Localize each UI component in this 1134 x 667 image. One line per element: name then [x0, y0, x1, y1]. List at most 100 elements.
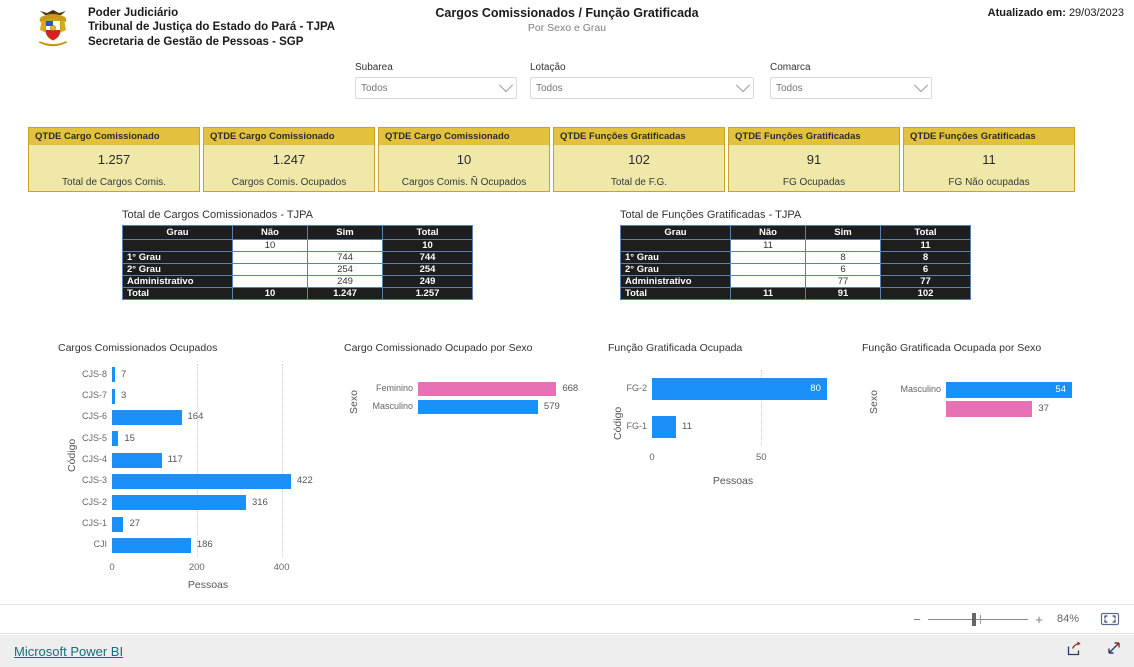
zoom-slider-thumb[interactable] — [972, 612, 976, 626]
table-row[interactable]: 11 11 — [620, 239, 971, 252]
chart-cargo-comissionado-por-sexo[interactable]: Cargo Comissionado Ocupado por Sexo Sexo… — [344, 342, 594, 422]
chart-bar-value: 117 — [167, 454, 183, 465]
table-total-row: Total 10 1.247 1.257 — [122, 287, 473, 300]
chart-bar[interactable] — [112, 388, 115, 404]
kpi-card-fg-nao-ocupadas[interactable]: QTDE Funções Gratificadas 11 FG Não ocup… — [903, 127, 1075, 192]
row-label — [620, 239, 731, 252]
cell-nao-total: 10 — [232, 287, 308, 300]
cell-total: 10 — [382, 239, 473, 252]
slicer-comarca-dropdown[interactable]: Todos — [770, 77, 932, 99]
chart-bar-value: 668 — [562, 383, 579, 394]
cell-nao: 10 — [232, 239, 308, 252]
slicer-subarea-label: Subarea — [355, 62, 393, 73]
last-updated-label: Atualizado em: — [987, 7, 1066, 19]
slicer-subarea-dropdown[interactable]: Todos — [355, 77, 517, 99]
chart-category-label: CJI — [93, 539, 108, 550]
table-row[interactable]: Administrativo 249 249 — [122, 275, 473, 288]
matrix-title: Total de Funções Gratificadas - TJPA — [620, 209, 802, 221]
matrix-table[interactable]: Grau Não Sim Total 11 11 1° Grau 8 8 2° … — [620, 225, 971, 300]
kpi-card-subtitle: FG Não ocupadas — [948, 176, 1030, 188]
column-header-nao: Não — [232, 225, 308, 240]
share-icon[interactable] — [1066, 640, 1083, 662]
kpi-card-cargos-ocupados[interactable]: QTDE Cargo Comissionado 1.247 Cargos Com… — [203, 127, 375, 192]
kpi-card-header: QTDE Funções Gratificadas — [904, 128, 1074, 145]
kpi-card-header: QTDE Cargo Comissionado — [29, 128, 199, 145]
chart-category-label: CJS-3 — [81, 475, 107, 486]
matrix-table[interactable]: Grau Não Sim Total 10 10 1° Grau 744 744… — [122, 225, 473, 300]
chart-cargos-comissionados-ocupados[interactable]: Cargos Comissionados Ocupados Código Pes… — [58, 342, 358, 594]
cell-nao — [730, 275, 806, 288]
matrix-cargos-comissionados: Total de Cargos Comissionados - TJPA Gra… — [122, 209, 473, 300]
zoom-in-button[interactable]: + — [1032, 613, 1046, 626]
slicer-lotacao-dropdown[interactable]: Todos — [530, 77, 754, 99]
chart-x-axis-title: Pessoas — [712, 475, 754, 487]
chart-bar-value: 3 — [121, 390, 127, 401]
chart-bar[interactable] — [112, 452, 162, 468]
report-canvas: Poder Judiciário Tribunal de Justiça do … — [0, 0, 1134, 604]
chart-bar[interactable] — [418, 400, 538, 414]
chart-bar[interactable] — [112, 431, 119, 447]
cell-nao-total: 11 — [730, 287, 806, 300]
kpi-card-value: 10 — [456, 151, 472, 167]
cell-sim-total: 91 — [805, 287, 881, 300]
zoom-percent-label: 84% — [1056, 613, 1080, 625]
table-row[interactable]: 2° Grau 254 254 — [122, 263, 473, 276]
power-bi-link[interactable]: Microsoft Power BI — [14, 644, 123, 659]
column-header-grau: Grau — [122, 225, 233, 240]
org-line-3: Secretaria de Gestão de Pessoas - SGP — [88, 35, 304, 48]
chart-category-label: FG-2 — [626, 383, 647, 393]
kpi-card-total-fg[interactable]: QTDE Funções Gratificadas 102 Total de F… — [553, 127, 725, 192]
slicer-subarea: Subarea Todos — [355, 62, 517, 99]
fit-to-page-icon[interactable] — [1100, 611, 1120, 627]
chevron-down-icon — [913, 78, 929, 93]
zoom-toolbar: − + 84% — [0, 604, 1134, 634]
chart-bar[interactable] — [112, 473, 291, 489]
row-label-total: Total — [122, 287, 233, 300]
column-header-sim: Sim — [805, 225, 881, 240]
chart-bar[interactable] — [112, 409, 182, 425]
chart-funcao-gratificada-ocupada[interactable]: Função Gratificada Ocupada Código Pessoa… — [608, 342, 858, 490]
chart-bar-value: 80 — [810, 383, 821, 394]
chart-bar[interactable] — [112, 495, 246, 511]
fullscreen-icon[interactable] — [1105, 640, 1122, 662]
cell-total: 744 — [382, 251, 473, 264]
table-row[interactable]: 2° Grau 6 6 — [620, 263, 971, 276]
slicer-comarca-value: Todos — [776, 82, 803, 94]
kpi-card-fg-ocupadas[interactable]: QTDE Funções Gratificadas 91 FG Ocupadas — [728, 127, 900, 192]
chart-bar[interactable] — [418, 382, 557, 396]
chart-x-axis-title: Pessoas — [187, 579, 229, 591]
table-row[interactable]: Administrativo 77 77 — [620, 275, 971, 288]
table-row[interactable]: 1° Grau 744 744 — [122, 251, 473, 264]
chart-bar[interactable] — [112, 537, 191, 553]
chart-y-axis-title: Sexo — [868, 390, 880, 414]
column-header-total: Total — [382, 225, 473, 240]
cell-total: 8 — [880, 251, 971, 264]
zoom-slider-tick — [980, 614, 981, 624]
table-row[interactable]: 1° Grau 8 8 — [620, 251, 971, 264]
chart-bar[interactable] — [946, 400, 1033, 417]
cell-total: 77 — [880, 275, 971, 288]
slicer-lotacao: Lotação Todos — [530, 62, 754, 99]
organization-block: Poder Judiciário Tribunal de Justiça do … — [28, 3, 335, 53]
zoom-slider[interactable] — [928, 612, 1028, 626]
slicer-lotacao-value: Todos — [536, 82, 563, 94]
chart-bar[interactable] — [652, 416, 677, 438]
table-row[interactable]: 10 10 — [122, 239, 473, 252]
zoom-out-button[interactable]: − — [910, 613, 924, 626]
chevron-down-icon — [498, 78, 514, 93]
chart-category-label: Feminino — [375, 383, 413, 393]
chart-bar[interactable] — [112, 516, 124, 532]
chart-bar[interactable] — [112, 367, 115, 383]
cell-nao — [730, 263, 806, 276]
kpi-card-subtitle: FG Ocupadas — [782, 176, 846, 188]
cell-grand-total: 102 — [880, 287, 971, 300]
kpi-card-total-cargos[interactable]: QTDE Cargo Comissionado 1.257 Total de C… — [28, 127, 200, 192]
chart-funcao-gratificada-por-sexo[interactable]: Função Gratificada Ocupada por Sexo Sexo… — [862, 342, 1122, 422]
chart-title: Cargo Comissionado Ocupado por Sexo — [344, 342, 533, 354]
organization-lines: Poder Judiciário Tribunal de Justiça do … — [88, 3, 335, 49]
chart-category-label: CJS-5 — [81, 432, 107, 443]
kpi-card-cargos-nao-ocupados[interactable]: QTDE Cargo Comissionado 10 Cargos Comis.… — [378, 127, 550, 192]
cell-sim: 249 — [307, 275, 383, 288]
matrix-title: Total de Cargos Comissionados - TJPA — [122, 209, 313, 221]
slicer-lotacao-label: Lotação — [530, 62, 566, 73]
